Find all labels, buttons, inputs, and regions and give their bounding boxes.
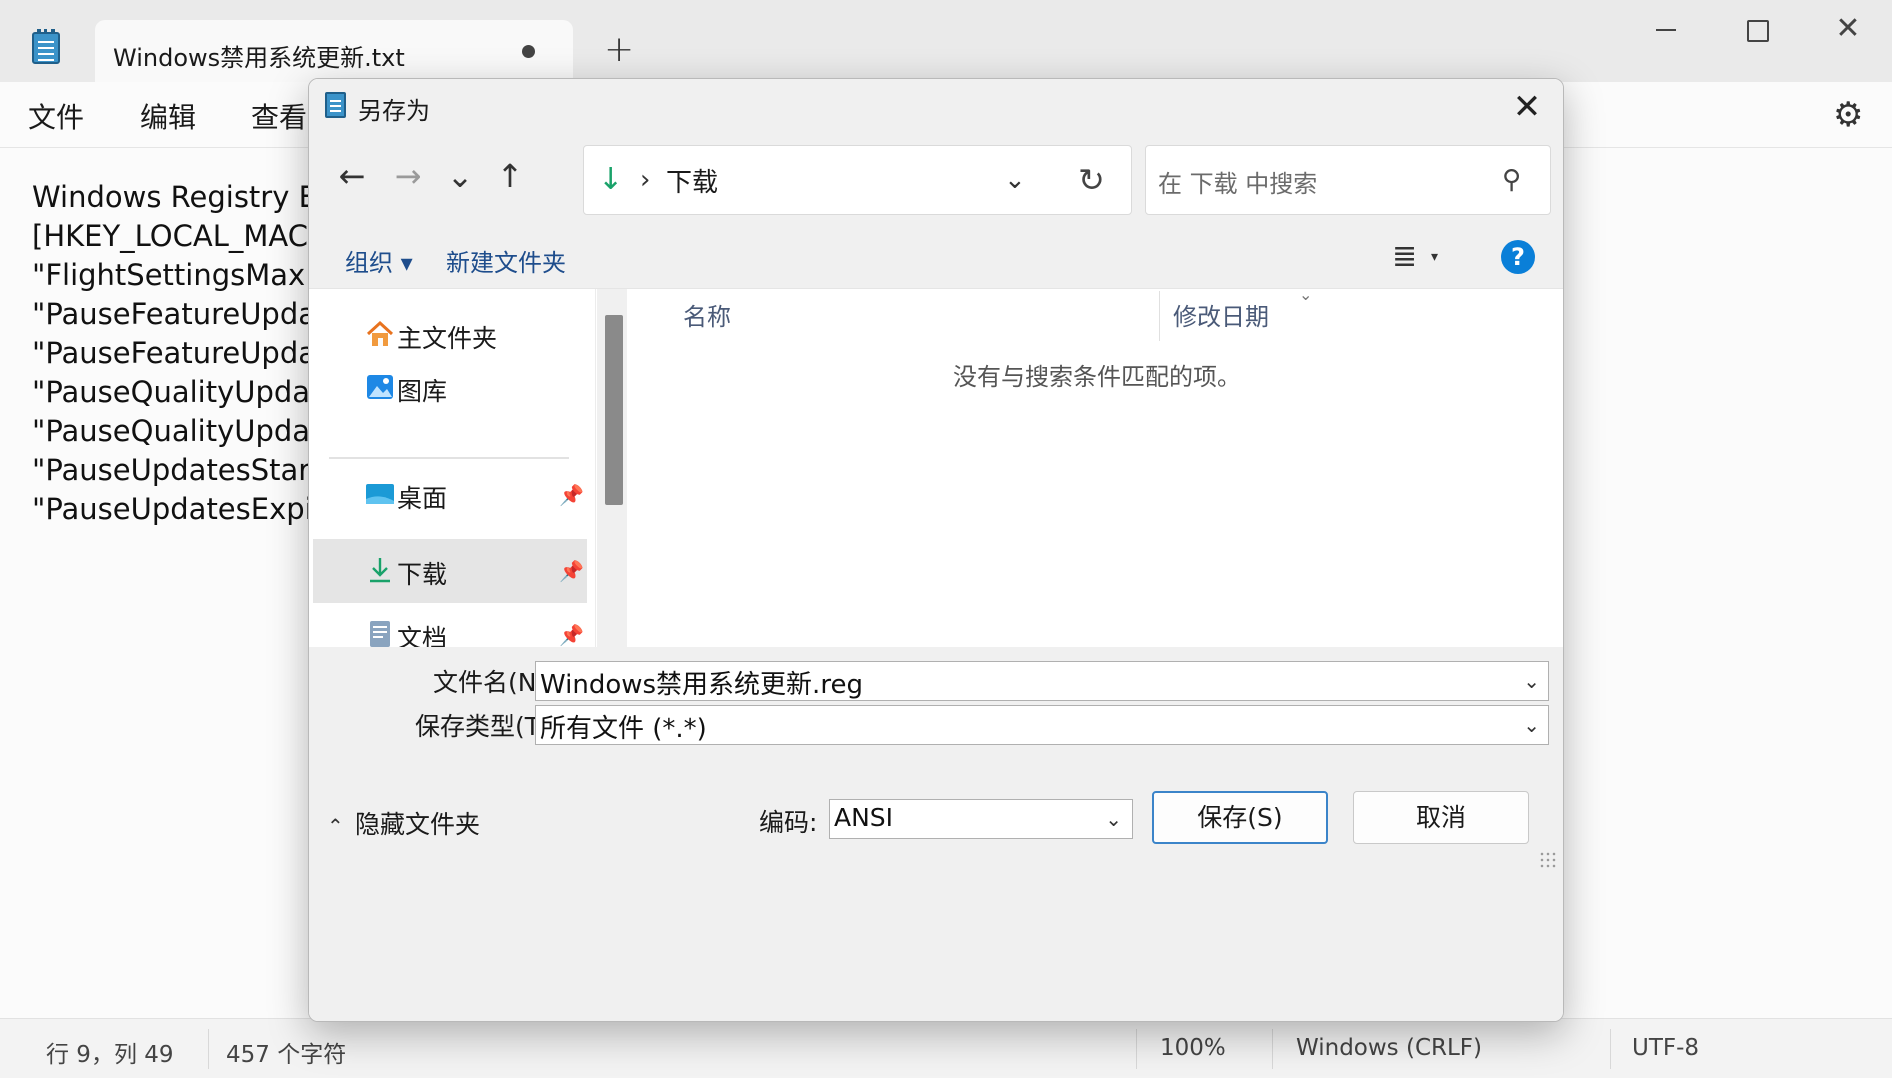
chevron-up-icon: ⌃ xyxy=(327,814,344,838)
search-box[interactable]: 在 下载 中搜索 ⚲ xyxy=(1145,145,1551,215)
download-folder-icon: ↓ xyxy=(598,162,624,197)
menu-view[interactable]: 查看 xyxy=(251,96,307,136)
status-encoding: UTF-8 xyxy=(1632,1035,1700,1061)
editor-line: "PauseQualityUpdat xyxy=(32,414,322,448)
status-zoom: 100% xyxy=(1160,1035,1226,1061)
window-close-button[interactable]: ✕ xyxy=(1818,12,1878,52)
dialog-close-button[interactable]: ✕ xyxy=(1505,85,1549,129)
sort-chevron-icon: ⌄ xyxy=(1299,285,1313,304)
sidebar-item-downloads[interactable]: 下载 📌 xyxy=(313,539,587,603)
maximize-button[interactable] xyxy=(1726,12,1786,52)
sidebar-item-desktop[interactable]: 桌面 📌 xyxy=(313,463,587,527)
documents-icon xyxy=(370,621,390,647)
file-fields: 文件名(N): Windows禁用系统更新.reg ⌄ 保存类型(T): 所有文… xyxy=(309,647,1563,761)
search-icon[interactable]: ⚲ xyxy=(1502,162,1521,198)
desktop-icon xyxy=(366,484,394,504)
tab-title: Windows禁用系统更新.txt xyxy=(113,44,405,72)
help-icon[interactable]: ? xyxy=(1501,240,1535,274)
back-arrow-icon[interactable]: ← xyxy=(329,153,375,199)
forward-arrow-icon[interactable]: → xyxy=(385,153,431,199)
pin-icon[interactable]: 📌 xyxy=(559,623,584,647)
sidebar-item-label: 下载 xyxy=(397,560,448,589)
empty-list-message: 没有与搜索条件匹配的项。 xyxy=(953,363,1241,391)
address-dropdown-icon[interactable]: ⌄ xyxy=(1004,160,1026,200)
sidebar-item-label: 主文件夹 xyxy=(397,324,498,353)
resize-grip-icon[interactable] xyxy=(1539,851,1557,869)
breadcrumb-chevron-icon[interactable]: › xyxy=(640,160,650,200)
status-separator xyxy=(208,1029,209,1069)
notepad-tab[interactable]: Windows禁用系统更新.txt xyxy=(95,20,573,82)
cancel-button[interactable]: 取消 xyxy=(1353,791,1529,844)
sidebar-item-label: 桌面 xyxy=(397,484,448,513)
sidebar-item-label: 图库 xyxy=(397,377,448,406)
up-arrow-icon[interactable]: ↑ xyxy=(487,153,533,199)
editor-line: "PauseFeatureUpdat xyxy=(32,297,328,331)
dialog-titlebar: 另存为 ✕ xyxy=(309,79,1563,135)
notepad-titlebar: Windows禁用系统更新.txt + ✕ xyxy=(0,0,1892,82)
notepad-icon xyxy=(325,92,346,118)
filename-field[interactable]: Windows禁用系统更新.reg ⌄ xyxy=(535,661,1549,701)
filetype-dropdown-icon[interactable]: ⌄ xyxy=(1523,710,1540,740)
address-bar[interactable]: ↓ › 下载 ⌄ ↻ xyxy=(583,145,1132,215)
editor-line: Windows Registry E xyxy=(32,180,317,214)
filename-dropdown-icon[interactable]: ⌄ xyxy=(1523,666,1540,696)
unsaved-dot-icon[interactable] xyxy=(522,45,535,58)
download-icon xyxy=(370,558,390,583)
organize-menu-button[interactable]: 组织 ▾ xyxy=(345,243,413,278)
filename-input[interactable]: Windows禁用系统更新.reg xyxy=(540,664,863,701)
encoding-label: 编码: xyxy=(759,808,818,837)
scrollbar-thumb[interactable] xyxy=(605,315,623,505)
refresh-icon[interactable]: ↻ xyxy=(1078,160,1105,200)
breadcrumb-current[interactable]: 下载 xyxy=(666,162,718,199)
encoding-select[interactable]: ANSI ⌄ xyxy=(829,799,1133,839)
editor-line: "PauseUpdatesStart xyxy=(32,453,322,487)
sidebar-item-gallery[interactable]: 图库 xyxy=(313,356,587,420)
menu-edit[interactable]: 编辑 xyxy=(140,96,196,136)
status-separator xyxy=(1272,1029,1273,1069)
save-button[interactable]: 保存(S) xyxy=(1152,791,1328,844)
search-input[interactable]: 在 下载 中搜索 xyxy=(1158,164,1317,199)
hide-folders-toggle[interactable]: ⌃ 隐藏文件夹 xyxy=(327,805,480,841)
status-separator xyxy=(1136,1029,1137,1069)
notepad-statusbar: 行 9，列 49 457 个字符 100% Windows (CRLF) UTF… xyxy=(0,1018,1892,1078)
notepad-app-icon xyxy=(32,29,60,64)
status-char-count: 457 个字符 xyxy=(226,1042,347,1068)
save-as-dialog: 另存为 ✕ ← → ⌄ ↑ ↓ › 下载 ⌄ ↻ 在 下载 中搜索 ⚲ 组织 ▾… xyxy=(308,78,1564,1022)
editor-line: "PauseUpdatesExpir xyxy=(32,492,325,526)
view-options-caret-icon[interactable]: ▾ xyxy=(1431,243,1438,271)
menu-file[interactable]: 文件 xyxy=(28,96,84,136)
editor-line: "FlightSettingsMaxP xyxy=(32,258,323,292)
filetype-select[interactable]: 所有文件 (*.*) ⌄ xyxy=(535,705,1549,745)
settings-gear-icon[interactable]: ⚙ xyxy=(1833,95,1863,135)
gallery-icon xyxy=(367,375,393,399)
recent-locations-chevron-icon[interactable]: ⌄ xyxy=(437,153,483,199)
home-icon xyxy=(366,320,394,346)
status-separator xyxy=(1610,1029,1611,1069)
dialog-title: 另存为 xyxy=(358,97,430,125)
column-separator[interactable] xyxy=(1159,291,1160,341)
view-options-icon[interactable]: ≣ xyxy=(1392,241,1417,273)
new-folder-button[interactable]: 新建文件夹 xyxy=(446,243,566,278)
editor-line: [HKEY_LOCAL_MAC xyxy=(32,219,308,253)
pin-icon[interactable]: 📌 xyxy=(559,483,584,507)
editor-line: "PauseFeatureUpdat xyxy=(32,336,328,370)
pin-icon[interactable]: 📌 xyxy=(559,559,584,583)
nav-divider xyxy=(329,457,569,459)
editor-line: "PauseQualityUpdat xyxy=(32,375,322,409)
dialog-footer: ⌃ 隐藏文件夹 编码: ANSI ⌄ 保存(S) 取消 xyxy=(309,761,1563,1021)
hide-folders-label: 隐藏文件夹 xyxy=(354,810,480,839)
column-header-modified[interactable]: 修改日期 xyxy=(1173,297,1269,332)
minimize-button[interactable] xyxy=(1636,12,1696,52)
encoding-value: ANSI xyxy=(834,803,894,832)
status-position: 行 9，列 49 xyxy=(46,1042,174,1068)
filetype-value: 所有文件 (*.*) xyxy=(540,714,707,744)
command-bar: 组织 ▾ 新建文件夹 ≣ ▾ ? xyxy=(309,225,1563,289)
encoding-dropdown-icon[interactable]: ⌄ xyxy=(1105,804,1122,834)
new-tab-button[interactable]: + xyxy=(604,30,634,70)
column-header-name[interactable]: 名称 xyxy=(683,297,731,332)
status-line-ending: Windows (CRLF) xyxy=(1296,1035,1483,1061)
